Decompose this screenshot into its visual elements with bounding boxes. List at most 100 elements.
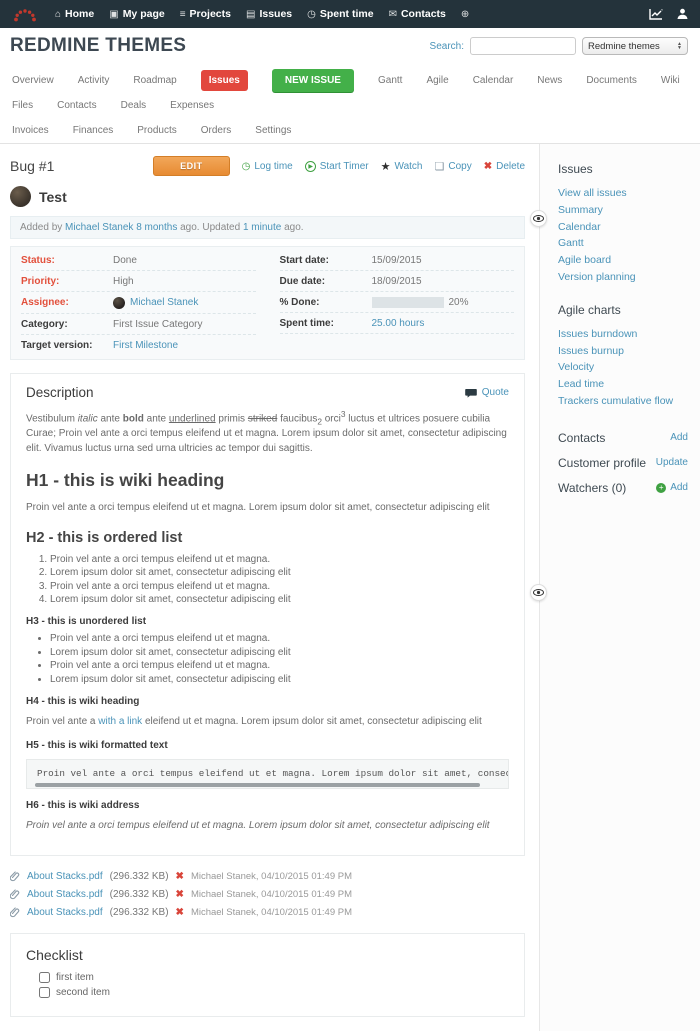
sidebar-link-gantt[interactable]: Gantt bbox=[558, 235, 688, 252]
watch-link[interactable]: ★ Watch bbox=[381, 160, 423, 173]
tab-orders[interactable]: Orders bbox=[201, 118, 232, 143]
tab-invoices[interactable]: Invoices bbox=[12, 118, 49, 143]
checklist-checkbox[interactable] bbox=[39, 972, 50, 983]
tab-expenses[interactable]: Expenses bbox=[170, 93, 214, 118]
tab-settings[interactable]: Settings bbox=[255, 118, 291, 143]
tab-deals[interactable]: Deals bbox=[121, 93, 147, 118]
nav-my-page[interactable]: ▣ My page bbox=[109, 8, 164, 20]
attachment-delete-icon[interactable]: ✖ bbox=[176, 907, 184, 918]
sidebar-link-lead-time[interactable]: Lead time bbox=[558, 376, 688, 393]
project-selector[interactable]: Redmine themes ▲▼ bbox=[582, 37, 688, 55]
nav-spent-time-label: Spent time bbox=[320, 8, 374, 20]
tab-finances[interactable]: Finances bbox=[73, 118, 114, 143]
nav-home-label: Home bbox=[65, 8, 94, 20]
tab-news[interactable]: News bbox=[537, 68, 562, 93]
tab-agile[interactable]: Agile bbox=[426, 68, 448, 93]
redmine-logo-icon[interactable] bbox=[12, 6, 38, 22]
attachment-delete-icon[interactable]: ✖ bbox=[176, 871, 184, 882]
wiki-h3: H3 - this is unordered list bbox=[26, 616, 509, 627]
due-date-value: 18/09/2015 bbox=[372, 276, 422, 287]
nav-contacts[interactable]: ✉ Contacts bbox=[389, 8, 446, 20]
start-timer-link[interactable]: ▶ Start Timer bbox=[305, 161, 369, 172]
tab-contacts[interactable]: Contacts bbox=[57, 93, 96, 118]
top-navbar: ⌂ Home ▣ My page ≡ Projects ▤ Issues ◷ S… bbox=[0, 0, 700, 28]
search-input[interactable] bbox=[470, 37, 576, 55]
sidebar-link-summary[interactable]: Summary bbox=[558, 202, 688, 219]
edit-button[interactable]: EDIT bbox=[153, 156, 230, 176]
toggle-sidebar-eye-icon-2[interactable] bbox=[530, 584, 547, 601]
attachment-meta: Michael Stanek, 04/10/2015 01:49 PM bbox=[191, 889, 352, 900]
tab-roadmap[interactable]: Roadmap bbox=[133, 68, 176, 93]
assignee-label: Assignee: bbox=[21, 297, 113, 308]
attachment-link[interactable]: About Stacks.pdf bbox=[27, 889, 103, 900]
new-issue-button[interactable]: NEW ISSUE bbox=[272, 69, 354, 92]
contacts-icon: ✉ bbox=[389, 9, 397, 20]
nav-issues[interactable]: ▤ Issues bbox=[246, 8, 292, 20]
tab-documents[interactable]: Documents bbox=[586, 68, 637, 93]
paperclip-icon bbox=[10, 871, 20, 882]
issue-attributes: Status: Done Priority: High Assignee: Mi… bbox=[10, 246, 525, 360]
unordered-item: Proin vel ante a orci tempus eleifend ut… bbox=[50, 633, 509, 644]
checklist-item: first item bbox=[39, 972, 509, 983]
paperclip-icon bbox=[10, 889, 20, 900]
sidebar-link-agile-board[interactable]: Agile board bbox=[558, 252, 688, 269]
nav-spent-time[interactable]: ◷ Spent time bbox=[307, 8, 373, 20]
delete-x-icon: ✖ bbox=[484, 161, 492, 172]
nav-more[interactable]: ⊕ bbox=[461, 9, 469, 20]
sidebar-link-version-planning[interactable]: Version planning bbox=[558, 269, 688, 286]
sidebar-link-issues-burndown[interactable]: Issues burndown bbox=[558, 326, 688, 343]
page-header: REDMINE THEMES Search: Redmine themes ▲▼ bbox=[0, 28, 700, 62]
reports-chart-icon[interactable] bbox=[649, 8, 663, 20]
attachment-meta: Michael Stanek, 04/10/2015 01:49 PM bbox=[191, 871, 352, 882]
delete-label: Delete bbox=[496, 161, 525, 172]
nav-home[interactable]: ⌂ Home bbox=[55, 8, 94, 20]
tab-calendar[interactable]: Calendar bbox=[473, 68, 514, 93]
attachment-row: About Stacks.pdf (296.332 KB) ✖ Michael … bbox=[10, 904, 525, 922]
customer-profile-update-link[interactable]: Update bbox=[656, 457, 688, 468]
wiki-h4: H4 - this is wiki heading bbox=[26, 696, 509, 707]
copy-icon: ❏ bbox=[434, 160, 444, 173]
sidebar-link-calendar[interactable]: Calendar bbox=[558, 219, 688, 236]
meta-text: Added by bbox=[20, 222, 65, 233]
code-horizontal-scrollbar[interactable] bbox=[35, 783, 480, 787]
nav-projects[interactable]: ≡ Projects bbox=[180, 8, 231, 20]
attachment-link[interactable]: About Stacks.pdf bbox=[27, 907, 103, 918]
user-account-icon[interactable] bbox=[677, 8, 688, 20]
progress-bar bbox=[372, 297, 444, 308]
toggle-sidebar-eye-icon[interactable] bbox=[530, 210, 547, 227]
sidebar-link-issues-burnup[interactable]: Issues burnup bbox=[558, 343, 688, 360]
sidebar-agile-charts-title: Agile charts bbox=[558, 303, 688, 317]
attachment-link[interactable]: About Stacks.pdf bbox=[27, 871, 103, 882]
assignee-link[interactable]: Michael Stanek bbox=[130, 297, 198, 308]
log-time-link[interactable]: ◷ Log time bbox=[242, 161, 293, 172]
contacts-add-link[interactable]: Add bbox=[670, 432, 688, 443]
copy-link[interactable]: ❏ Copy bbox=[434, 160, 471, 173]
checklist-item-label: second item bbox=[56, 987, 110, 998]
sidebar-link-trackers-cumulative-flow[interactable]: Trackers cumulative flow bbox=[558, 393, 688, 410]
tab-issues[interactable]: Issues bbox=[201, 70, 248, 91]
quote-link[interactable]: Quote bbox=[465, 387, 509, 398]
category-label: Category: bbox=[21, 319, 113, 330]
tab-gantt[interactable]: Gantt bbox=[378, 68, 402, 93]
watchers-add-link[interactable]: + Add bbox=[656, 482, 688, 493]
issues-icon: ▤ bbox=[246, 9, 255, 20]
wiki-inline-link[interactable]: with a link bbox=[98, 716, 142, 727]
attr-row-target-version: Target version: First Milestone bbox=[21, 335, 256, 355]
target-version-link[interactable]: First Milestone bbox=[113, 340, 178, 351]
tab-overview[interactable]: Overview bbox=[12, 68, 54, 93]
checklist-checkbox[interactable] bbox=[39, 987, 50, 998]
sidebar-link-view-all-issues[interactable]: View all issues bbox=[558, 185, 688, 202]
tab-products[interactable]: Products bbox=[137, 118, 176, 143]
tab-wiki[interactable]: Wiki bbox=[661, 68, 680, 93]
issue-subject: Test bbox=[39, 189, 67, 205]
issue-meta: Added by Michael Stanek 8 months ago. Up… bbox=[10, 216, 525, 239]
delete-link[interactable]: ✖ Delete bbox=[484, 161, 525, 172]
tab-files[interactable]: Files bbox=[12, 93, 33, 118]
sidebar-link-velocity[interactable]: Velocity bbox=[558, 359, 688, 376]
wiki-unordered-list: Proin vel ante a orci tempus eleifend ut… bbox=[26, 633, 509, 685]
tab-activity[interactable]: Activity bbox=[78, 68, 110, 93]
spent-time-link[interactable]: 25.00 hours bbox=[372, 318, 425, 329]
updated-link[interactable]: 1 minute bbox=[243, 222, 281, 233]
author-link[interactable]: Michael Stanek 8 months bbox=[65, 222, 177, 233]
attachment-delete-icon[interactable]: ✖ bbox=[176, 889, 184, 900]
